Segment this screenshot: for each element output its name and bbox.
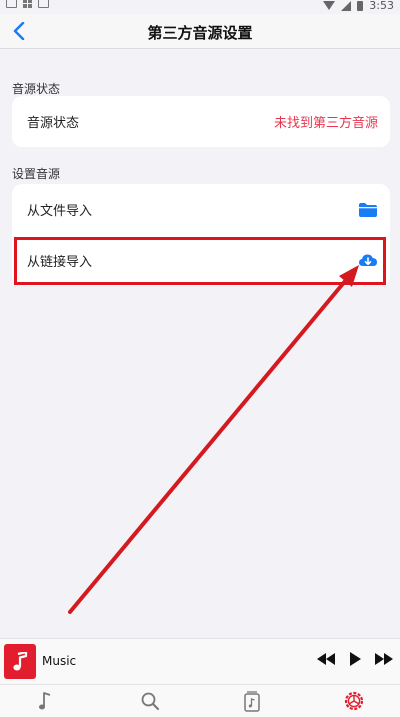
mail-icon (6, 0, 17, 8)
section-label-set-source: 设置音源 (12, 167, 61, 181)
import-from-link-label: 从链接导入 (27, 255, 93, 270)
tab-bar (0, 684, 400, 717)
folder-icon (358, 202, 378, 218)
battery-icon (357, 0, 364, 11)
rewind-icon (317, 653, 335, 665)
signal-icon (341, 0, 352, 11)
player-title: Music (42, 654, 77, 668)
status-time: 3:53 (369, 0, 394, 12)
status-right: 3:53 (323, 0, 394, 12)
library-icon (244, 691, 260, 712)
music-note-icon (39, 692, 51, 710)
tab-settings[interactable] (342, 689, 366, 713)
arrow-shaft (68, 278, 348, 614)
section-label-source-status: 音源状态 (12, 82, 61, 96)
play-button[interactable] (348, 652, 362, 666)
search-icon (141, 692, 159, 710)
music-note-cover-icon (13, 651, 28, 670)
import-from-file-row[interactable]: 从文件导入 (12, 184, 390, 235)
page-title: 第三方音源设置 (147, 24, 253, 42)
set-source-card: 从文件导入 从链接导入 (12, 184, 390, 286)
notification-icon (38, 0, 49, 8)
source-status-row: 音源状态 未找到第三方音源 (12, 96, 390, 147)
cloud-download-icon (358, 253, 378, 269)
rewind-button[interactable] (316, 653, 336, 665)
import-from-link-row[interactable]: 从链接导入 (12, 235, 390, 286)
source-status-value: 未找到第三方音源 (273, 116, 378, 131)
player-controls (316, 652, 394, 666)
fast-forward-icon (375, 653, 393, 665)
source-status-label: 音源状态 (27, 116, 80, 131)
wifi-icon (323, 1, 336, 10)
fast-forward-button[interactable] (374, 653, 394, 665)
settings-gear-icon (344, 691, 364, 711)
import-from-file-label: 从文件导入 (27, 204, 93, 219)
source-status-card: 音源状态 未找到第三方音源 (12, 96, 390, 147)
tab-music[interactable] (33, 689, 57, 713)
status-left (6, 0, 49, 8)
status-bar: 3:53 (0, 0, 400, 14)
tab-library[interactable] (240, 689, 264, 713)
tab-search[interactable] (138, 689, 162, 713)
navigation-bar: 第三方音源设置 (0, 14, 400, 49)
play-icon (350, 652, 361, 666)
mini-player[interactable]: Music (0, 638, 400, 685)
app-grid-icon (23, 0, 32, 8)
album-cover (4, 644, 36, 679)
